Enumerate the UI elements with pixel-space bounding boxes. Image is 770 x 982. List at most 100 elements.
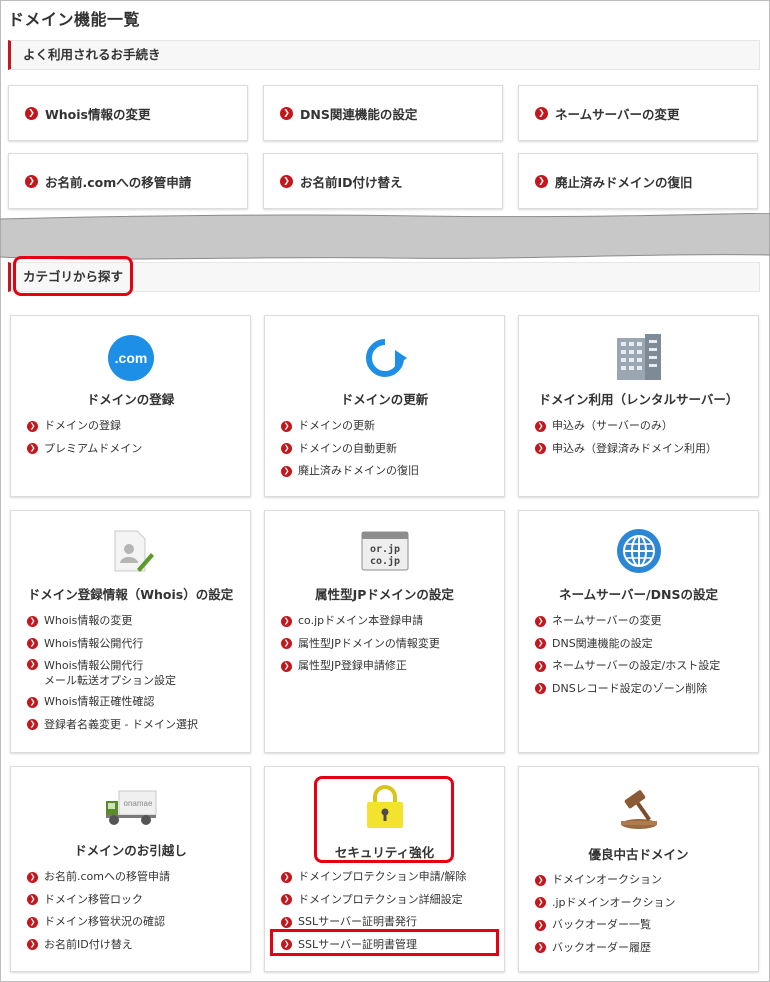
chevron-right-icon: ❯ xyxy=(535,874,546,886)
chevron-right-icon: ❯ xyxy=(280,174,293,188)
highlight-category-heading xyxy=(13,256,133,296)
chevron-right-icon: ❯ xyxy=(27,638,38,650)
chevron-right-icon: ❯ xyxy=(27,659,38,670)
card-link-whois-accuracy[interactable]: ❯ Whois情報正確性確認 xyxy=(27,691,242,714)
card-link-whois-proxy[interactable]: ❯ Whois情報公開代行 xyxy=(27,633,242,656)
card-link-backorder-list[interactable]: ❯ バックオーダー一覧 xyxy=(535,914,750,937)
chevron-right-icon: ❯ xyxy=(281,638,292,650)
card-link-backorder-history[interactable]: ❯ バックオーダー履歴 xyxy=(535,937,750,960)
quick-link-dns-settings[interactable]: ❯ DNS関連機能の設定 xyxy=(263,85,503,141)
chevron-right-icon: ❯ xyxy=(27,894,38,906)
chevron-right-icon: ❯ xyxy=(281,871,292,883)
quick-link-domain-restore[interactable]: ❯ 廃止済みドメインの復旧 xyxy=(518,153,758,209)
chevron-right-icon: ❯ xyxy=(535,942,546,954)
chevron-right-icon: ❯ xyxy=(535,638,546,650)
card-link-registrant-change[interactable]: ❯ 登録者名義変更 - ドメイン選択 xyxy=(27,714,242,737)
category-card-nameserver-dns[interactable]: ネームサーバー/DNSの設定 ❯ ネームサーバーの変更 ❯ DNS関連機能の設定 ❯… xyxy=(518,510,759,753)
card-title: ドメインのお引越し xyxy=(74,843,187,858)
chevron-right-icon: ❯ xyxy=(535,106,548,120)
chevron-right-icon: ❯ xyxy=(25,106,38,120)
quick-link-whois-change[interactable]: ❯ Whois情報の変更 xyxy=(8,85,248,141)
chevron-right-icon: ❯ xyxy=(535,443,546,455)
card-link-transfer-request[interactable]: ❯ お名前.comへの移管申請 xyxy=(27,866,242,889)
jp-domain-icon: or.jp co.jp xyxy=(361,531,408,571)
svg-text:co.jp: co.jp xyxy=(369,555,399,567)
category-card-whois[interactable]: ドメイン登録情報（Whois）の設定 ❯ Whois情報の変更 ❯ Whois情報公… xyxy=(10,510,251,753)
chevron-right-icon: ❯ xyxy=(27,916,38,928)
card-link-renew[interactable]: ❯ ドメインの更新 xyxy=(281,415,496,438)
chevron-right-icon: ❯ xyxy=(27,443,38,455)
chevron-right-icon: ❯ xyxy=(281,443,292,455)
card-link-domain-register[interactable]: ❯ ドメインの登録 xyxy=(27,415,242,438)
renew-arrow-icon xyxy=(365,339,407,377)
section-heading-quick: よく利用されるお手続き xyxy=(8,40,760,70)
chevron-right-icon: ❯ xyxy=(281,916,292,928)
card-link-auction[interactable]: ❯ ドメインオークション xyxy=(535,869,750,892)
card-link-with-domain[interactable]: ❯ 申込み（登録済みドメイン利用） xyxy=(535,438,750,461)
category-card-domain-registration[interactable]: .com ドメインの登録 ❯ ドメインの登録 ❯ プレミアムドメイン xyxy=(10,315,251,497)
card-link-dns-settings[interactable]: ❯ DNS関連機能の設定 xyxy=(535,633,750,656)
chevron-right-icon: ❯ xyxy=(535,615,546,627)
card-link-cojp-register[interactable]: ❯ co.jpドメイン本登録申請 xyxy=(281,610,496,633)
chevron-right-icon: ❯ xyxy=(281,660,292,672)
card-link-protection-detail[interactable]: ❯ ドメインプロテクション詳細設定 xyxy=(281,889,496,912)
card-link-restore[interactable]: ❯ 廃止済みドメインの復旧 xyxy=(281,460,496,483)
category-card-domain-renewal[interactable]: ドメインの更新 ❯ ドメインの更新 ❯ ドメインの自動更新 ❯ 廃止済みドメインの復旧 xyxy=(264,315,505,497)
card-link-server-only[interactable]: ❯ 申込み（サーバーのみ） xyxy=(535,415,750,438)
category-card-used-domain[interactable]: 優良中古ドメイン ❯ ドメインオークション ❯ .jpドメインオークション ❯ バック… xyxy=(518,766,759,972)
chevron-right-icon: ❯ xyxy=(27,719,38,731)
card-link-protection-apply[interactable]: ❯ ドメインプロテクション申請/解除 xyxy=(281,866,496,889)
chevron-right-icon: ❯ xyxy=(25,174,38,188)
card-link-jp-info-change[interactable]: ❯ 属性型JPドメインの情報変更 xyxy=(281,633,496,656)
highlight-ssl-manage-link xyxy=(270,929,499,956)
category-card-jp-domain[interactable]: or.jp co.jp 属性型JPドメインの設定 ❯ co.jpドメイン本登録申請… xyxy=(264,510,505,753)
card-title: ドメイン登録情報（Whois）の設定 xyxy=(27,587,234,602)
chevron-right-icon: ❯ xyxy=(27,615,38,627)
globe-icon xyxy=(616,529,661,573)
card-link-jp-fix[interactable]: ❯ 属性型JP登録申請修正 xyxy=(281,655,496,678)
chevron-right-icon: ❯ xyxy=(535,420,546,432)
card-link-id-reassign[interactable]: ❯ お名前ID付け替え xyxy=(27,934,242,957)
card-link-transfer-lock[interactable]: ❯ ドメイン移管ロック xyxy=(27,889,242,912)
gavel-icon xyxy=(620,790,657,829)
svg-text:.com: .com xyxy=(114,350,147,366)
card-link-auto-renew[interactable]: ❯ ドメインの自動更新 xyxy=(281,438,496,461)
card-title: 優良中古ドメイン xyxy=(588,847,689,862)
card-link-jp-auction[interactable]: ❯ .jpドメインオークション xyxy=(535,892,750,915)
card-title: ネームサーバー/DNSの設定 xyxy=(559,587,718,602)
card-link-premium-domain[interactable]: ❯ プレミアムドメイン xyxy=(27,438,242,461)
quick-link-nameserver-change[interactable]: ❯ ネームサーバーの変更 xyxy=(518,85,758,141)
chevron-right-icon: ❯ xyxy=(535,683,546,695)
card-link-ns-change[interactable]: ❯ ネームサーバーの変更 xyxy=(535,610,750,633)
page-title: ドメイン機能一覧 xyxy=(8,10,141,29)
card-link-whois-change[interactable]: ❯ Whois情報の変更 xyxy=(27,610,242,633)
chevron-right-icon: ❯ xyxy=(280,106,293,120)
chevron-right-icon: ❯ xyxy=(535,174,548,188)
svg-text:or.jp: or.jp xyxy=(369,543,399,555)
chevron-right-icon: ❯ xyxy=(281,465,292,477)
card-link-ns-host[interactable]: ❯ ネームサーバーの設定/ホスト設定 xyxy=(535,655,750,678)
category-card-rental-server[interactable]: ドメイン利用（レンタルサーバー） ❯ 申込み（サーバーのみ） ❯ 申込み（登録済みド… xyxy=(518,315,759,497)
card-title: 属性型JPドメインの設定 xyxy=(315,587,454,602)
chevron-right-icon: ❯ xyxy=(27,420,38,432)
server-rack-icon xyxy=(616,334,661,380)
chevron-right-icon: ❯ xyxy=(27,871,38,883)
truck-icon: onamae xyxy=(105,790,156,825)
quick-link-transfer-request[interactable]: ❯ お名前.comへの移管申請 xyxy=(8,153,248,209)
category-card-domain-transfer[interactable]: onamae ドメインのお引越し ❯ お名前.comへの移管申請 ❯ ドメイン移管ロ… xyxy=(10,766,251,972)
chevron-right-icon: ❯ xyxy=(27,696,38,708)
chevron-right-icon: ❯ xyxy=(281,894,292,906)
card-link-dns-zone-delete[interactable]: ❯ DNSレコード設定のゾーン削除 xyxy=(535,678,750,701)
chevron-right-icon: ❯ xyxy=(281,615,292,627)
quick-link-id-reassign[interactable]: ❯ お名前ID付け替え xyxy=(263,153,503,209)
chevron-right-icon: ❯ xyxy=(535,660,546,672)
chevron-right-icon: ❯ xyxy=(27,939,38,951)
card-title: ドメイン利用（レンタルサーバー） xyxy=(538,392,739,407)
card-link-transfer-status[interactable]: ❯ ドメイン移管状況の確認 xyxy=(27,911,242,934)
chevron-right-icon: ❯ xyxy=(535,897,546,909)
profile-edit-icon xyxy=(114,530,154,572)
svg-text:onamae: onamae xyxy=(123,799,152,808)
card-title: ドメインの更新 xyxy=(340,392,429,407)
card-link-whois-mail-forward[interactable]: ❯ Whois情報公開代行 メール転送オプション設定 xyxy=(27,655,242,691)
card-title: ドメインの登録 xyxy=(86,392,175,407)
